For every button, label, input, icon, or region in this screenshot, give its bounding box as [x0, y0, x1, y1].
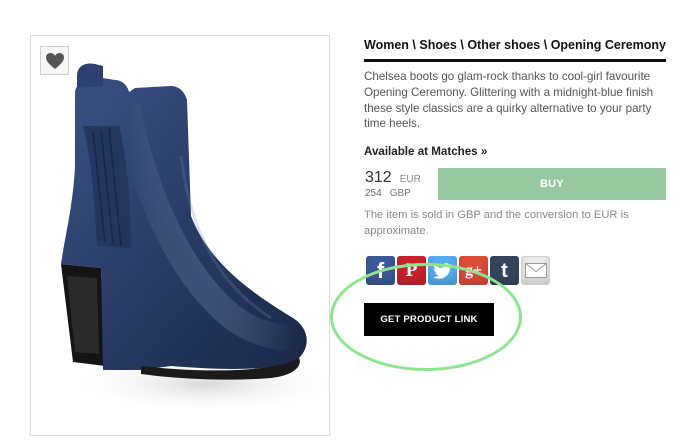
- breadcrumb-other-shoes[interactable]: Other shoes: [467, 38, 540, 52]
- email-share-button[interactable]: [521, 256, 550, 285]
- facebook-share-button[interactable]: f: [366, 256, 395, 285]
- wishlist-button[interactable]: [40, 46, 69, 75]
- price-secondary-currency: GBP: [389, 188, 411, 199]
- price-primary-currency: EUR: [399, 174, 421, 185]
- breadcrumb-women[interactable]: Women: [364, 38, 409, 52]
- boot-image: [61, 63, 329, 414]
- facebook-icon: f: [376, 257, 385, 283]
- product-description: Chelsea boots go glam-rock thanks to coo…: [364, 70, 654, 131]
- available-at-link[interactable]: Available at Matches »: [364, 145, 487, 158]
- buy-button[interactable]: BUY: [438, 168, 666, 200]
- product-image: [30, 35, 330, 436]
- tumblr-share-button[interactable]: t: [490, 256, 519, 285]
- heart-icon: [45, 52, 64, 69]
- share-buttons: f P g+ t: [366, 256, 550, 286]
- get-product-link-button[interactable]: GET PRODUCT LINK: [364, 303, 494, 336]
- email-icon: [524, 263, 547, 278]
- price-primary: 312 EUR: [365, 169, 421, 187]
- conversion-note: The item is sold in GBP and the conversi…: [364, 209, 629, 237]
- google-plus-icon: g+: [464, 261, 483, 279]
- pinterest-share-button[interactable]: P: [397, 256, 426, 285]
- breadcrumb-brand[interactable]: Opening Ceremony: [551, 38, 666, 52]
- twitter-icon: [432, 262, 452, 279]
- tumblr-icon: t: [501, 259, 508, 282]
- breadcrumb-shoes[interactable]: Shoes: [419, 38, 457, 52]
- price-secondary-value: 254: [365, 188, 382, 199]
- google-plus-share-button[interactable]: g+: [459, 256, 488, 285]
- breadcrumb-separator: \: [543, 38, 551, 52]
- price-primary-value: 312: [365, 169, 392, 186]
- breadcrumb: Women \ Shoes \ Other shoes \ Opening Ce…: [364, 38, 666, 62]
- pinterest-icon: P: [405, 260, 418, 281]
- price-secondary: 254 GBP: [365, 188, 411, 199]
- twitter-share-button[interactable]: [428, 256, 457, 285]
